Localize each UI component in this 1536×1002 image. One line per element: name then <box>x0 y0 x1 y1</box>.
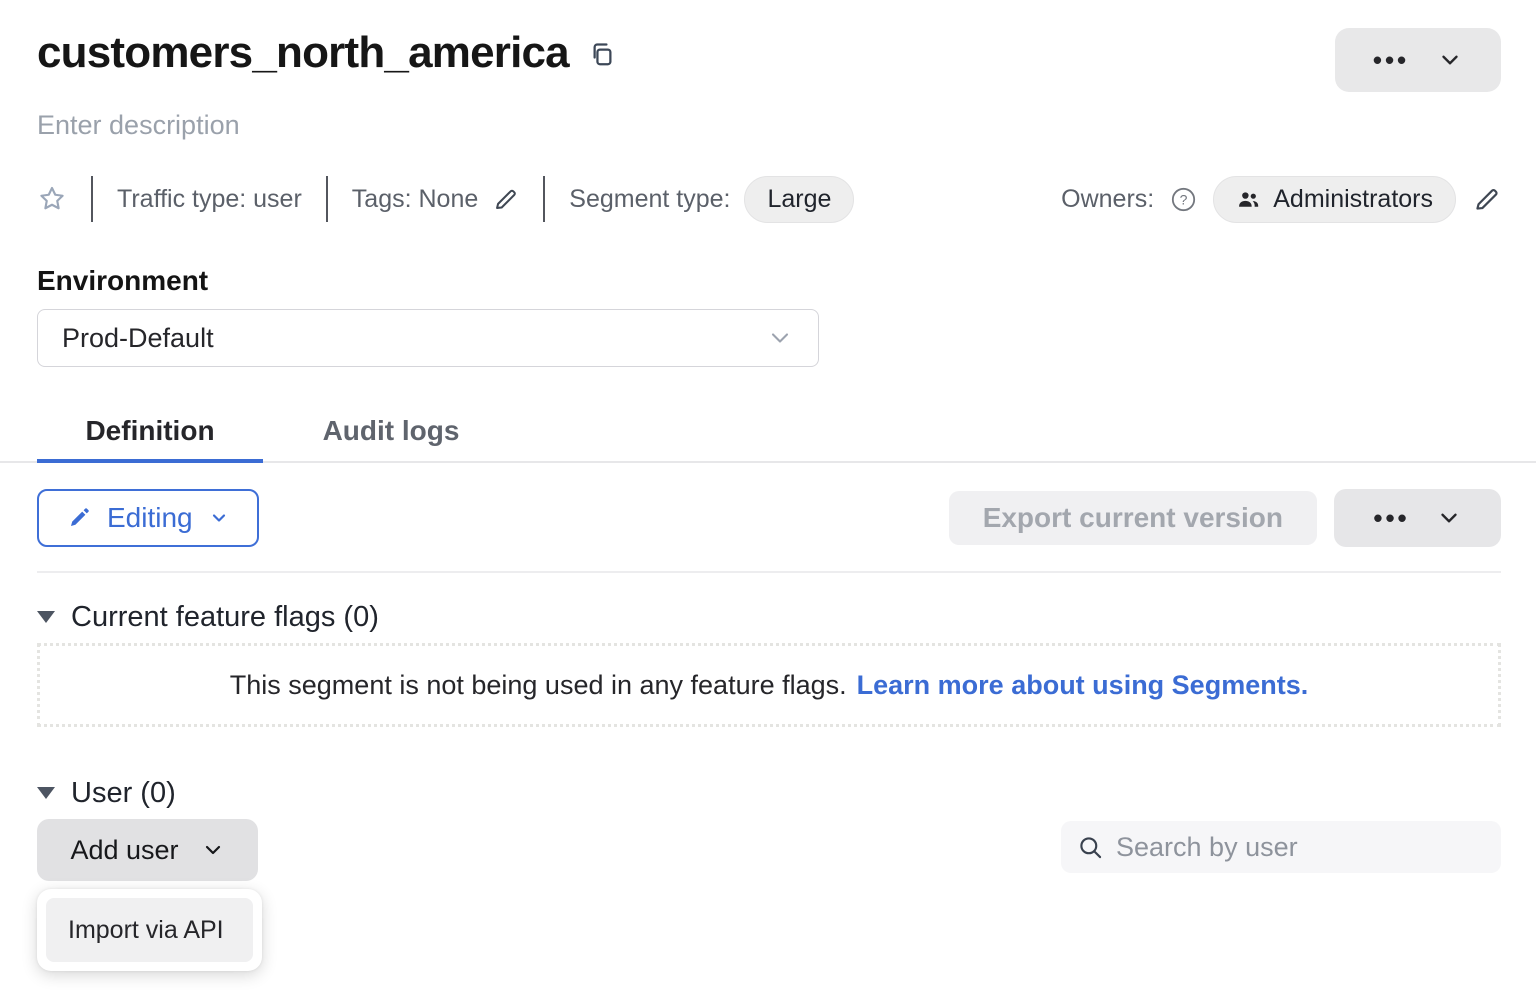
owners-value: Administrators <box>1273 185 1433 214</box>
title-wrap: customers_north_america <box>37 28 616 79</box>
chevron-down-icon <box>209 508 229 528</box>
user-section-header[interactable]: User (0) <box>37 775 1501 811</box>
copy-icon <box>589 40 616 67</box>
tags-item: Tags: None <box>352 185 519 214</box>
divider <box>326 176 328 222</box>
collapse-triangle-icon <box>37 611 55 623</box>
search-by-user-input[interactable] <box>1116 832 1485 863</box>
header-more-actions-button[interactable]: ••• <box>1335 28 1501 92</box>
owners-wrap: Owners: ? Administrators <box>1061 176 1501 223</box>
tags-label: Tags: None <box>352 185 478 214</box>
page-title: customers_north_america <box>37 28 569 79</box>
user-search-box <box>1061 821 1501 873</box>
star-icon <box>37 184 67 214</box>
add-user-dropdown-menu: Import via API <box>37 889 262 971</box>
edit-owners-button[interactable] <box>1472 185 1501 214</box>
add-user-wrap: Add user Import via API <box>37 819 258 881</box>
user-actions-row: Add user Import via API <box>37 819 1501 881</box>
copy-name-button[interactable] <box>589 40 616 67</box>
ellipsis-icon: ••• <box>1373 505 1409 531</box>
add-user-label: Add user <box>70 835 178 866</box>
definition-more-actions-button[interactable]: ••• <box>1334 489 1501 547</box>
add-user-button[interactable]: Add user <box>37 819 258 881</box>
divider <box>91 176 93 222</box>
svg-text:?: ? <box>1180 191 1188 207</box>
editing-label: Editing <box>107 502 193 534</box>
definition-toolbar: Editing Export current version ••• <box>37 489 1501 547</box>
learn-more-link[interactable]: Learn more about using Segments. <box>857 670 1309 701</box>
pencil-filled-icon <box>67 506 91 530</box>
chevron-down-icon <box>201 838 225 862</box>
feature-flags-empty-state: This segment is not being used in any fe… <box>37 643 1501 727</box>
empty-message: This segment is not being used in any fe… <box>230 670 847 701</box>
ellipsis-icon: ••• <box>1373 47 1409 73</box>
tab-bar: Definition Audit logs <box>0 403 1536 463</box>
export-version-button[interactable]: Export current version <box>949 491 1317 545</box>
segment-detail-page: customers_north_america ••• Enter descri… <box>0 0 1536 881</box>
edit-tags-button[interactable] <box>492 186 519 213</box>
feature-flags-title: Current feature flags (0) <box>71 601 379 634</box>
segment-type-label: Segment type: <box>569 185 730 214</box>
traffic-type-label: Traffic type: user <box>117 185 302 214</box>
user-section-title: User (0) <box>71 777 176 810</box>
toolbar-right: Export current version ••• <box>949 489 1501 547</box>
owners-label: Owners: <box>1061 185 1154 214</box>
owners-badge[interactable]: Administrators <box>1213 176 1456 223</box>
environment-select[interactable]: Prod-Default <box>37 309 819 367</box>
help-question-icon[interactable]: ? <box>1170 186 1197 213</box>
environment-label: Environment <box>37 265 1501 297</box>
favorite-star-button[interactable] <box>37 184 67 214</box>
meta-row: Traffic type: user Tags: None Segment ty… <box>37 175 1501 223</box>
pencil-icon <box>492 186 519 213</box>
pencil-icon <box>1472 185 1501 214</box>
tab-definition[interactable]: Definition <box>37 403 263 461</box>
divider <box>543 176 545 222</box>
menu-item-import-via-api[interactable]: Import via API <box>46 898 253 962</box>
segment-type-badge: Large <box>744 176 854 223</box>
description-placeholder[interactable]: Enter description <box>37 110 1501 141</box>
collapse-triangle-icon <box>37 787 55 799</box>
segment-type-item: Segment type: Large <box>569 176 854 223</box>
editing-status-button[interactable]: Editing <box>37 489 259 547</box>
divider <box>37 571 1501 573</box>
chevron-down-icon <box>1437 47 1463 73</box>
page-header: customers_north_america ••• <box>37 0 1501 92</box>
chevron-down-icon <box>1436 505 1462 531</box>
search-icon <box>1077 834 1104 861</box>
tab-audit-logs[interactable]: Audit logs <box>281 403 501 461</box>
environment-selected-value: Prod-Default <box>62 323 214 354</box>
group-icon <box>1236 187 1261 212</box>
feature-flags-section-header[interactable]: Current feature flags (0) <box>37 599 1501 635</box>
chevron-down-icon <box>766 324 794 352</box>
